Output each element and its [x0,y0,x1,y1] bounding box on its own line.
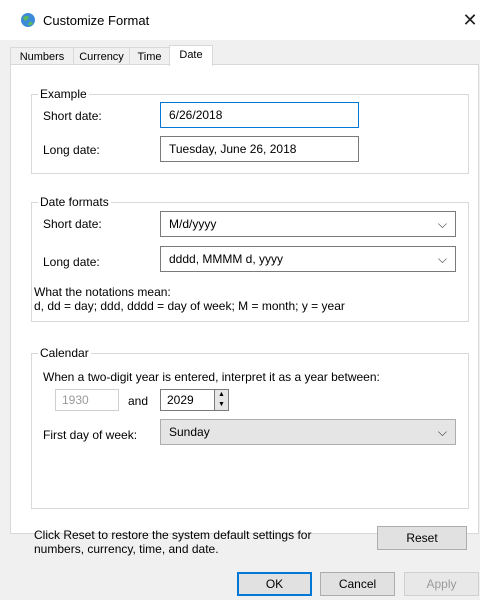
year-to-value: 2029 [167,393,194,407]
cancel-button[interactable]: Cancel [320,572,395,596]
reset-note-line1: Click Reset to restore the system defaul… [34,528,312,542]
year-from-field: 1930 [55,389,119,411]
long-date-format-value: dddd, MMMM d, yyyy [169,252,284,266]
year-to-spinner[interactable]: 2029 ▲ ▼ [160,389,229,411]
tab-strip: Numbers Currency Time Date [0,45,480,66]
format-short-label: Short date: [43,217,102,231]
notations-heading: What the notations mean: [34,285,171,299]
notations-legend: d, dd = day; ddd, dddd = day of week; M … [34,299,345,313]
long-date-format-select[interactable]: dddd, MMMM d, yyyy ⌵ [160,246,456,272]
chevron-down-icon: ⌵ [437,252,447,266]
short-date-format-select[interactable]: M/d/yyyy ⌵ [160,211,456,237]
short-date-format-value: M/d/yyyy [169,217,217,231]
tab-numbers[interactable]: Numbers [10,47,74,65]
chevron-down-icon: ⌵ [437,425,447,439]
apply-button[interactable]: Apply [404,572,479,596]
and-label: and [128,394,149,408]
reset-button[interactable]: Reset [377,526,467,550]
two-digit-year-instruction: When a two-digit year is entered, interp… [43,370,380,384]
example-long-date-field[interactable]: Tuesday, June 26, 2018 [160,136,359,162]
close-button[interactable]: ✕ [460,10,480,30]
example-long-label: Long date: [43,143,100,157]
ok-button[interactable]: OK [237,572,312,596]
chevron-down-icon: ⌵ [437,217,447,231]
example-short-label: Short date: [43,109,102,123]
spin-up-icon[interactable]: ▲ [215,390,228,400]
first-day-of-week-select[interactable]: Sunday ⌵ [160,419,456,445]
calendar-group-title: Calendar [38,346,91,360]
title-bar: Customize Format ✕ [0,0,480,40]
globe-icon [21,13,35,27]
example-group-title: Example [38,87,89,101]
window-title: Customize Format [43,13,150,28]
reset-note-line2: numbers, currency, time, and date. [34,542,219,556]
tab-time[interactable]: Time [129,47,170,65]
first-day-label: First day of week: [43,428,138,442]
format-long-label: Long date: [43,255,100,269]
example-short-date-field[interactable]: 6/26/2018 [160,102,359,128]
date-formats-group-title: Date formats [38,195,111,209]
tab-date[interactable]: Date [169,45,213,66]
first-day-value: Sunday [169,425,210,439]
tab-currency[interactable]: Currency [73,47,130,65]
year-spin-buttons[interactable]: ▲ ▼ [214,390,228,410]
spin-down-icon[interactable]: ▼ [215,400,228,410]
